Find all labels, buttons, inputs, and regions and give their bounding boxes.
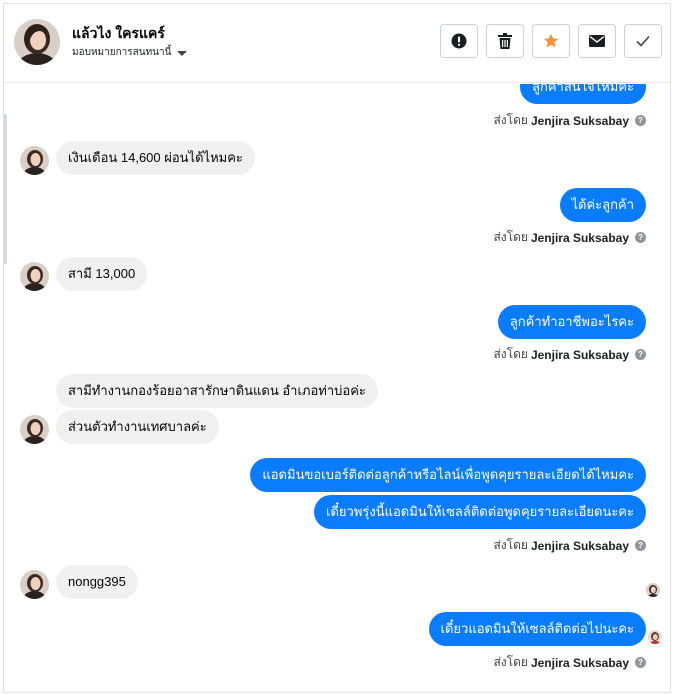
message-bubble: ลูกค้าสนใจไหมคะ: [520, 84, 646, 104]
assign-label: มอบหมายการสนทนานี้: [72, 47, 172, 58]
caret-down-icon: [177, 50, 188, 56]
message-incoming: ส่วนตัวทำงานเทศบาลค่ะ: [56, 410, 219, 444]
sent-by-label: ส่งโดย Jenjira Suksabay ?: [493, 111, 646, 130]
mark-unread-button[interactable]: [578, 24, 616, 58]
message-outgoing: แอดมินขอเบอร์ติดต่อลูกค้าหรือไลน์เพื่อพู…: [250, 458, 646, 492]
contact-avatar-small: [20, 415, 49, 444]
message-list[interactable]: ลูกค้าสนใจไหมคะ ส่งโดย Jenjira Suksabay …: [4, 84, 670, 692]
message-bubble: ได้ค่ะลูกค้า: [559, 188, 646, 222]
conversation-actions: [440, 24, 662, 58]
sent-by-label: ส่งโดย Jenjira Suksabay ?: [493, 228, 646, 247]
message-bubble: แอดมินขอเบอร์ติดต่อลูกค้าหรือไลน์เพื่อพู…: [250, 458, 646, 492]
contact-name: แล้วไง ใครแคร์: [72, 25, 165, 41]
sent-by-label: ส่งโดย Jenjira Suksabay ?: [493, 536, 646, 555]
contact-avatar-small: [20, 262, 49, 291]
alert-circle-icon: [451, 33, 467, 49]
contact-avatar[interactable]: [14, 19, 60, 65]
help-icon[interactable]: ?: [635, 657, 646, 668]
message-incoming: สามีทำงานกองร้อยอาสารักษาดินแดน อำเภอท่า…: [56, 374, 378, 408]
message-incoming: เงินเดือน 14,600 ผ่อนได้ไหมคะ: [56, 141, 255, 175]
delete-button[interactable]: [486, 24, 524, 58]
message-outgoing: ได้ค่ะลูกค้า: [559, 188, 646, 222]
message-outgoing: เดี๋ยวพรุ่งนี้แอดมินให้เซลล์ติดต่อพูดคุย…: [314, 495, 646, 529]
scrollbar[interactable]: [4, 114, 7, 264]
help-icon[interactable]: ?: [635, 115, 646, 126]
help-icon[interactable]: ?: [635, 232, 646, 243]
trash-icon: [498, 33, 512, 49]
checkmark-icon: [636, 35, 650, 47]
assign-conversation-dropdown[interactable]: มอบหมายการสนทนานี้: [72, 45, 188, 60]
star-icon: [543, 33, 559, 48]
message-bubble: สามีทำงานกองร้อยอาสารักษาดินแดน อำเภอท่า…: [56, 374, 378, 408]
star-button[interactable]: [532, 24, 570, 58]
conversation-window: แล้วไง ใครแคร์ มอบหมายการสนทนานี้ ลูกค้า…: [3, 3, 671, 693]
conversation-header: แล้วไง ใครแคร์ มอบหมายการสนทนานี้: [4, 4, 670, 83]
sent-by-label: ส่งโดย Jenjira Suksabay ?: [493, 653, 646, 672]
seen-avatar: [646, 583, 660, 597]
contact-avatar-small: [20, 570, 49, 599]
message-bubble: สามี 13,000: [56, 257, 148, 291]
message-outgoing: เดี๋ยวแอดมินให้เซลล์ติดต่อไปนะคะ: [428, 612, 646, 646]
help-icon[interactable]: ?: [635, 540, 646, 551]
mark-spam-button[interactable]: [440, 24, 478, 58]
message-bubble: nongg395: [56, 565, 138, 599]
message-bubble: ส่วนตัวทำงานเทศบาลค่ะ: [56, 410, 219, 444]
message-bubble: เดี๋ยวแอดมินให้เซลล์ติดต่อไปนะคะ: [428, 612, 646, 646]
agent-avatar: [648, 630, 662, 644]
sent-by-label: ส่งโดย Jenjira Suksabay ?: [493, 345, 646, 364]
message-outgoing: ลูกค้าทำอาชีพอะไรคะ: [497, 305, 646, 339]
help-icon[interactable]: ?: [635, 349, 646, 360]
message-incoming: nongg395: [56, 565, 138, 599]
message-bubble: เดี๋ยวพรุ่งนี้แอดมินให้เซลล์ติดต่อพูดคุย…: [314, 495, 646, 529]
message-bubble: เงินเดือน 14,600 ผ่อนได้ไหมคะ: [56, 141, 255, 175]
mark-done-button[interactable]: [624, 24, 662, 58]
message-incoming: สามี 13,000: [56, 257, 148, 291]
message-bubble: ลูกค้าทำอาชีพอะไรคะ: [497, 305, 646, 339]
mail-icon: [589, 35, 605, 47]
message-outgoing: ลูกค้าสนใจไหมคะ: [520, 84, 646, 104]
contact-avatar-small: [20, 146, 49, 175]
